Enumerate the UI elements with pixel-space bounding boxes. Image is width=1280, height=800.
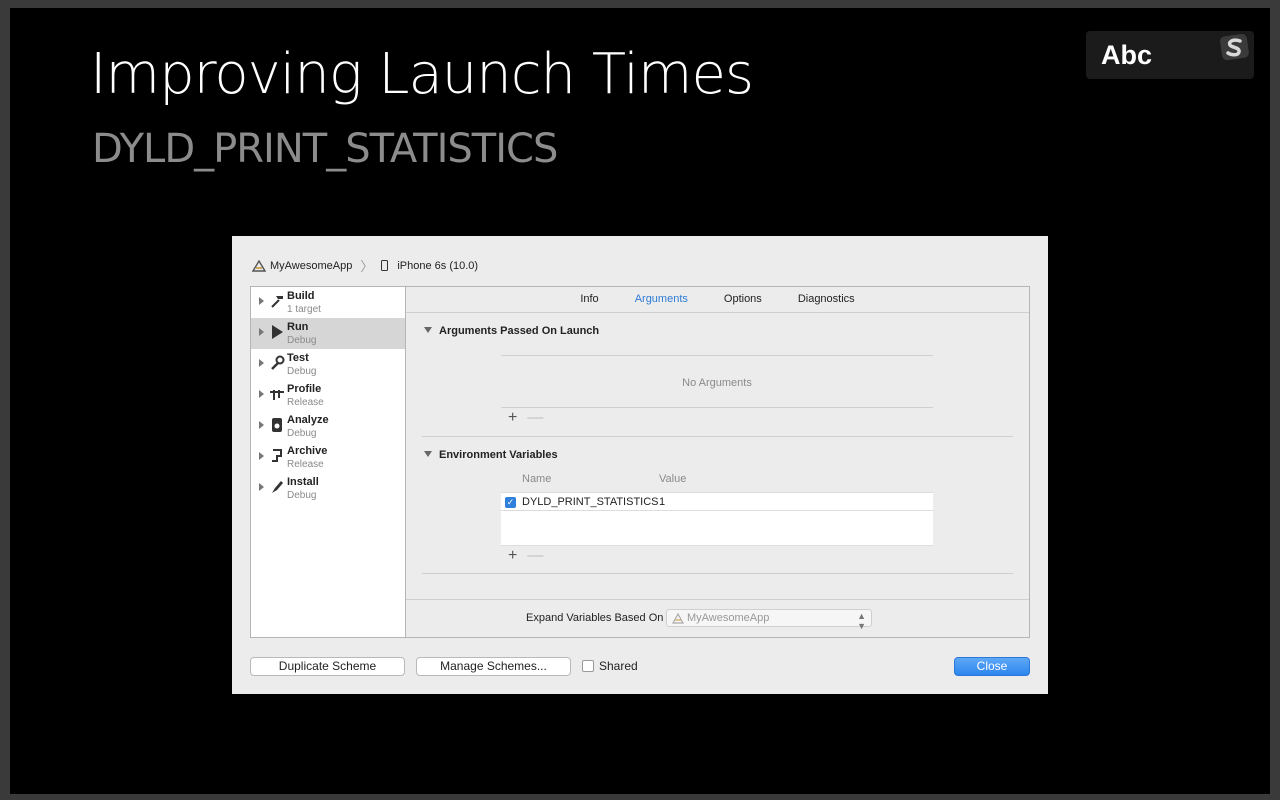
wrench-icon [271, 355, 285, 370]
app-target-icon [672, 613, 684, 624]
sidebar-item-name: Run [287, 321, 309, 333]
env-header-label: Environment Variables [439, 449, 558, 461]
env-section-header[interactable]: Environment Variables [424, 449, 558, 461]
remove-argument-button[interactable]: — [527, 409, 543, 426]
breadcrumb: MyAwesomeApp 〉 iPhone 6s (10.0) [252, 256, 478, 275]
sidebar-item-sub: Debug [287, 490, 317, 501]
tab-arguments[interactable]: Arguments [617, 287, 706, 312]
env-add-remove: + — [508, 547, 543, 565]
tab-info[interactable]: Info [562, 287, 616, 312]
empty-table-area [501, 511, 933, 546]
shared-checkbox[interactable]: Shared [582, 659, 638, 673]
disclosure-triangle-icon[interactable] [259, 359, 264, 367]
table-row[interactable]: ✓ DYLD_PRINT_STATISTICS 1 [501, 492, 933, 511]
duplicate-scheme-button[interactable]: Duplicate Scheme [250, 657, 405, 676]
expand-variables-bar: Expand Variables Based On MyAwesomeApp ▲… [406, 599, 1029, 637]
slide-title: Improving Launch Times [90, 42, 754, 107]
abc-badge: Abc [1086, 31, 1254, 79]
close-button[interactable]: Close [954, 657, 1030, 676]
archive-icon [272, 449, 282, 462]
hammer-icon [271, 296, 283, 308]
manage-schemes-button[interactable]: Manage Schemes... [416, 657, 571, 676]
disclosure-triangle-icon[interactable] [259, 390, 264, 398]
disclosure-triangle-icon[interactable] [424, 451, 432, 457]
breadcrumb-app[interactable]: MyAwesomeApp [270, 260, 352, 272]
env-var-name[interactable]: DYLD_PRINT_STATISTICS [522, 496, 659, 508]
disclosure-triangle-icon[interactable] [259, 452, 264, 460]
add-env-button[interactable]: + [508, 547, 517, 564]
sidebar-item-archive[interactable]: Archive Release [251, 442, 405, 473]
iphone-icon [381, 260, 389, 271]
disclosure-triangle-icon[interactable] [259, 421, 264, 429]
sidebar-item-analyze[interactable]: Analyze Debug [251, 411, 405, 442]
tab-diagnostics[interactable]: Diagnostics [780, 287, 873, 312]
stepper-arrows-icon: ▲ ▼ [857, 611, 866, 631]
sidebar-item-name: Test [287, 352, 309, 364]
remove-env-button[interactable]: — [527, 547, 543, 564]
breadcrumb-device[interactable]: iPhone 6s (10.0) [397, 260, 478, 272]
sidebar-item-sub: Release [287, 459, 324, 470]
divider [501, 355, 933, 356]
expand-variables-value: MyAwesomeApp [687, 612, 770, 624]
scheme-detail-pane: Info Arguments Options Diagnostics Argum… [405, 286, 1030, 638]
slide-subtitle: DYLD_PRINT_STATISTICS [92, 126, 558, 172]
sidebar-item-sub: Release [287, 397, 324, 408]
expand-variables-select[interactable]: MyAwesomeApp ▲ ▼ [666, 609, 872, 631]
disclosure-triangle-icon[interactable] [259, 297, 264, 305]
breadcrumb-separator: 〉 [360, 259, 374, 274]
sidebar-item-profile[interactable]: Profile Release [251, 380, 405, 411]
sidebar-item-sub: Debug [287, 366, 317, 377]
expand-variables-label: Expand Variables Based On [526, 612, 664, 624]
tab-options[interactable]: Options [706, 287, 780, 312]
s-logo-icon [1220, 33, 1249, 61]
sidebar-item-sub: Debug [287, 335, 317, 346]
sidebar-item-name: Archive [287, 445, 328, 457]
shared-checkbox-box[interactable] [582, 660, 594, 672]
sidebar-item-run[interactable]: Run Debug [251, 318, 405, 349]
scheme-editor-window: MyAwesomeApp 〉 iPhone 6s (10.0) Build 1 … [232, 236, 1048, 694]
scheme-sidebar: Build 1 target Run Debug Test Debug Prof… [250, 286, 406, 638]
sidebar-item-sub: 1 target [287, 304, 321, 315]
shared-label: Shared [599, 659, 638, 673]
disclosure-triangle-icon[interactable] [424, 327, 432, 333]
install-icon [272, 481, 283, 493]
col-header-name[interactable]: Name [522, 473, 551, 485]
app-target-icon [252, 259, 266, 272]
disclosure-triangle-icon[interactable] [259, 328, 264, 336]
sidebar-item-build[interactable]: Build 1 target [251, 287, 405, 318]
disclosure-triangle-icon[interactable] [259, 483, 264, 491]
section-divider [422, 436, 1013, 437]
divider [501, 407, 933, 408]
sidebar-item-name: Profile [287, 383, 322, 395]
add-argument-button[interactable]: + [508, 409, 517, 426]
no-arguments-text: No Arguments [682, 377, 752, 389]
sidebar-item-sub: Debug [287, 428, 317, 439]
sidebar-item-install[interactable]: Install Debug [251, 473, 405, 504]
section-divider [422, 573, 1013, 574]
col-header-value[interactable]: Value [659, 473, 686, 485]
arguments-add-remove: + — [508, 409, 543, 427]
sidebar-item-name: Analyze [287, 414, 329, 426]
env-var-value[interactable]: 1 [659, 496, 665, 508]
play-icon [272, 325, 283, 339]
arguments-header-label: Arguments Passed On Launch [439, 325, 600, 337]
instruments-icon [270, 390, 284, 400]
sidebar-item-name: Build [287, 290, 315, 302]
arguments-section-header[interactable]: Arguments Passed On Launch [424, 325, 599, 337]
sidebar-item-name: Install [287, 476, 319, 488]
env-enabled-checkbox[interactable]: ✓ [505, 497, 516, 508]
tab-bar: Info Arguments Options Diagnostics [406, 287, 1029, 313]
badge-text: Abc [1101, 40, 1153, 70]
analyze-icon [272, 418, 282, 432]
sidebar-item-test[interactable]: Test Debug [251, 349, 405, 380]
